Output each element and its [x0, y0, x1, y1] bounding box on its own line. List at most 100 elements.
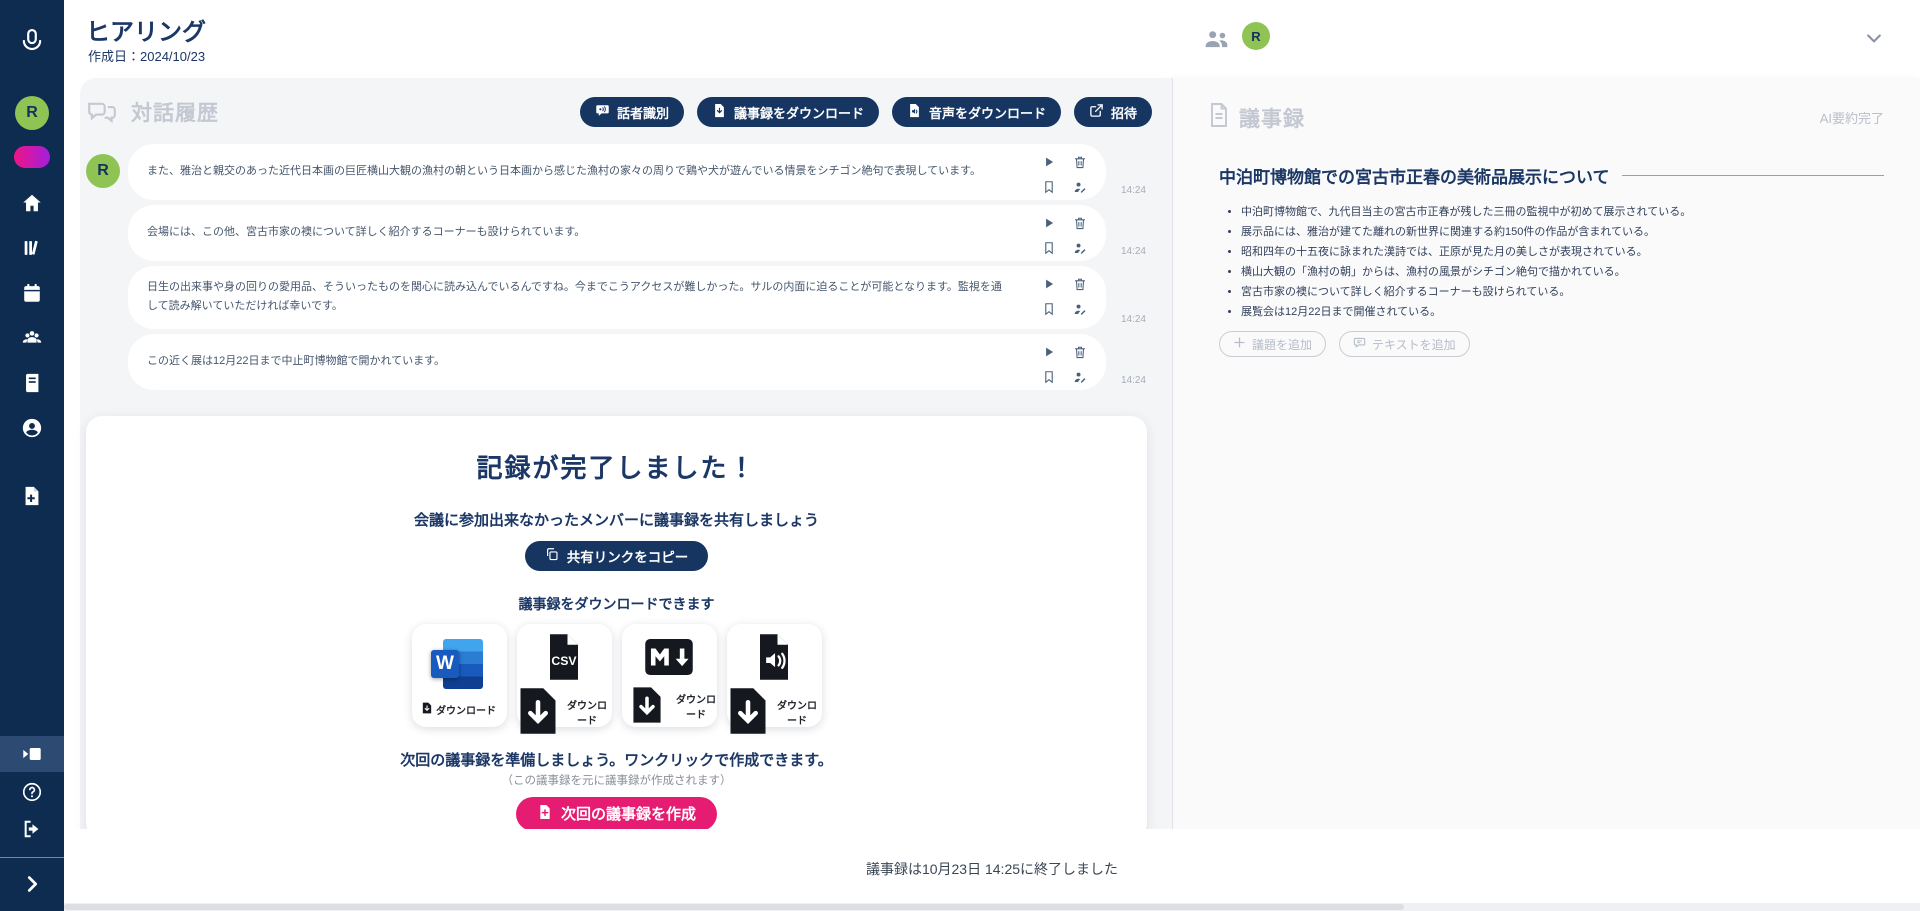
- svg-text:CSV: CSV: [551, 653, 577, 667]
- sidebar-item-library[interactable]: [0, 231, 64, 265]
- message-bubble[interactable]: この近く展は12月22日まで中止町博物館で開かれています。: [128, 334, 1106, 390]
- change-speaker-button[interactable]: [1073, 302, 1087, 316]
- message-time: 14:24: [1121, 246, 1146, 257]
- next-minutes-title: 次回の議事録を準備しましょう。ワンクリックで作成できます。: [86, 749, 1147, 770]
- minutes-bullet: 中泊町博物館で、九代目当主の宮古市正春が残した三冊の監視中が初めて展示されている…: [1241, 202, 1884, 222]
- change-speaker-button[interactable]: [1073, 180, 1087, 194]
- collapse-chevron-icon[interactable]: [1864, 28, 1884, 53]
- add-text-label: テキストを追加: [1372, 336, 1456, 353]
- invite-button[interactable]: 招待: [1074, 97, 1152, 127]
- completion-title: 記録が完了しました！: [86, 416, 1147, 485]
- download-card-word[interactable]: W ダウンロード: [412, 624, 507, 727]
- small-file-download-icon: [727, 686, 769, 739]
- minutes-heading: 中泊町博物館での宮古市正春の美術品展示について: [1219, 163, 1610, 188]
- share-hint: 会議に参加出来なかったメンバーに議事録を共有しましょう: [86, 509, 1147, 530]
- message-text: 日生の出来事や身の回りの愛用品、そういったものを関心に読み込んでいるんですね。今…: [147, 278, 1010, 317]
- microphone-logo-icon[interactable]: [0, 22, 64, 62]
- message-list: R また、雅治と親交のあった近代日本画の巨匠横山大観の漁村の朝という日本画から感…: [86, 144, 1152, 390]
- bookmark-message-button[interactable]: [1042, 370, 1056, 384]
- speaker-identify-label: 話者識別: [617, 103, 669, 122]
- participants-icon[interactable]: [1204, 26, 1230, 57]
- minutes-actions: 議題を追加 テキストを追加: [1207, 331, 1884, 357]
- create-next-minutes-button[interactable]: 次回の議事録を作成: [516, 797, 717, 831]
- download-label: ダウンロード: [676, 691, 717, 721]
- horizontal-scrollbar[interactable]: [64, 903, 1920, 911]
- message-text: この近く展は12月22日まで中止町博物館で開かれています。: [147, 352, 445, 371]
- delete-message-button[interactable]: [1073, 155, 1087, 169]
- message-time: 14:24: [1121, 375, 1146, 386]
- message-bubble[interactable]: また、雅治と親交のあった近代日本画の巨匠横山大観の漁村の朝という日本画から感じた…: [128, 144, 1106, 200]
- small-file-download-icon: [517, 686, 559, 739]
- sidebar-avatar[interactable]: R: [15, 96, 49, 130]
- delete-message-button[interactable]: [1073, 216, 1087, 230]
- brand-pill-icon[interactable]: [14, 146, 50, 168]
- delete-message-button[interactable]: [1073, 277, 1087, 291]
- change-speaker-button[interactable]: [1073, 370, 1087, 384]
- copy-share-link-button[interactable]: 共有リンクをコピー: [525, 541, 709, 571]
- play-message-button[interactable]: [1042, 216, 1056, 230]
- sidebar-item-account[interactable]: [0, 411, 64, 445]
- sidebar-item-new-file[interactable]: [0, 479, 64, 513]
- sidebar-item-members[interactable]: [0, 321, 64, 355]
- message-row: R また、雅治と親交のあった近代日本画の巨匠横山大観の漁村の朝という日本画から感…: [86, 144, 1152, 200]
- bookmark-message-button[interactable]: [1042, 180, 1056, 194]
- play-message-button[interactable]: [1042, 155, 1056, 169]
- download-label: ダウンロード: [563, 697, 612, 727]
- ai-summary-status: AI要約完了: [1820, 108, 1884, 127]
- minutes-title: 議事録: [1239, 103, 1305, 133]
- topbar: ヒアリング 作成日：2024/10/23 R: [64, 0, 1920, 78]
- download-audio-button[interactable]: 音声をダウンロード: [892, 97, 1061, 127]
- chat-header: 対話履歴 話者識別 議事録をダウンロード: [86, 94, 1152, 130]
- play-message-button[interactable]: [1042, 345, 1056, 359]
- horizontal-scrollbar-thumb[interactable]: [64, 904, 1404, 910]
- created-date: 作成日：2024/10/23: [88, 46, 205, 65]
- change-speaker-button[interactable]: [1073, 241, 1087, 255]
- sidebar-item-notebook[interactable]: [0, 366, 64, 400]
- download-card-csv[interactable]: CSV ダウンロード: [517, 624, 612, 727]
- bookmark-message-button[interactable]: [1042, 302, 1056, 316]
- voice-bubble-icon: [595, 103, 610, 121]
- download-label: ダウンロード: [436, 702, 496, 717]
- download-hint: 議事録をダウンロードできます: [86, 594, 1147, 614]
- minutes-bullet: 昭和四年の十五夜に詠まれた漢詩では、正原が見た月の美しさが表現されている。: [1241, 242, 1884, 262]
- minutes-bullet: 宮古市家の襖について詳しく紹介するコーナーも設けられている。: [1241, 282, 1884, 302]
- download-label-row: ダウンロード: [422, 702, 496, 717]
- bookmark-message-button[interactable]: [1042, 241, 1056, 255]
- message-actions: [1042, 345, 1087, 384]
- sidebar-item-calendar[interactable]: [0, 276, 64, 310]
- download-label-row: ダウンロード: [727, 686, 822, 739]
- user-avatar[interactable]: R: [1242, 22, 1270, 50]
- add-text-button[interactable]: テキストを追加: [1339, 331, 1470, 357]
- download-minutes-label: 議事録をダウンロード: [734, 103, 864, 122]
- play-message-button[interactable]: [1042, 277, 1056, 291]
- sidebar-bottom: [0, 736, 64, 911]
- add-topic-button[interactable]: 議題を追加: [1219, 331, 1326, 357]
- footer-status-text: 議事録は10月23日 14:25に終了しました: [866, 859, 1118, 879]
- download-minutes-button[interactable]: 議事録をダウンロード: [697, 97, 879, 127]
- sidebar-nav: [0, 186, 64, 445]
- delete-message-button[interactable]: [1073, 345, 1087, 359]
- sidebar-item-logout[interactable]: [0, 812, 64, 846]
- message-bubble[interactable]: 会場には、この他、宮古市家の襖について詳しく紹介するコーナーも設けられています。: [128, 205, 1106, 261]
- minutes-bullet: 展示品には、雅治が建てた離れの新世界に関連する約150件の作品が含まれている。: [1241, 222, 1884, 242]
- document-icon: [1207, 102, 1239, 133]
- message-bubble[interactable]: 日生の出来事や身の回りの愛用品、そういったものを関心に読み込んでいるんですね。今…: [128, 266, 1106, 329]
- download-card-markdown[interactable]: ダウンロード: [622, 624, 717, 727]
- small-file-download-icon: [422, 702, 432, 717]
- sidebar-expand-button[interactable]: [0, 867, 64, 901]
- chat-title: 対話履歴: [131, 97, 219, 127]
- download-cards: W ダウンロード CSV ダウンロード ダウンロード: [86, 624, 1147, 727]
- sidebar-item-home[interactable]: [0, 186, 64, 220]
- comment-icon: [1353, 336, 1366, 352]
- sidebar-item-recordings[interactable]: [0, 736, 64, 772]
- speaker-identify-button[interactable]: 話者識別: [580, 97, 684, 127]
- message-actions: [1042, 277, 1087, 316]
- csv-file-icon: CSV: [543, 632, 585, 682]
- download-audio-label: 音声をダウンロード: [929, 103, 1046, 122]
- open-in-new-icon: [1089, 103, 1104, 121]
- file-plus-icon: [537, 804, 553, 824]
- footer: 議事録は10月23日 14:25に終了しました: [64, 829, 1920, 903]
- download-card-audio[interactable]: ダウンロード: [727, 624, 822, 727]
- sidebar-item-help[interactable]: [0, 775, 64, 809]
- invite-label: 招待: [1111, 103, 1137, 122]
